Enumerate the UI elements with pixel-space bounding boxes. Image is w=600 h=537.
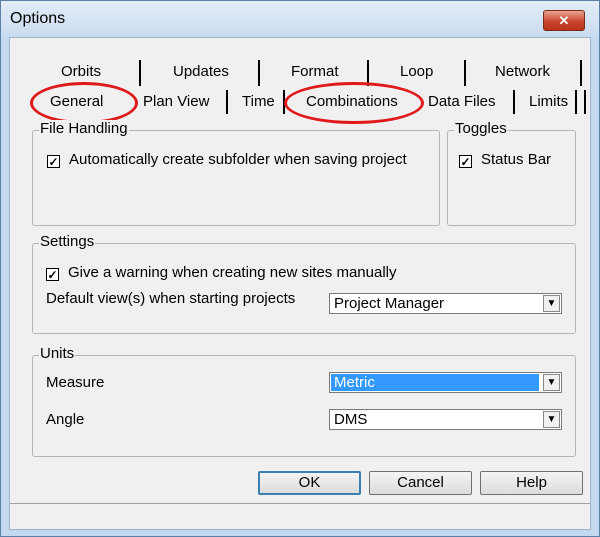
toggles-legend: Toggles xyxy=(454,120,508,137)
angle-value: DMS xyxy=(334,411,368,428)
site-warning-label: Give a warning when creating new sites m… xyxy=(68,264,397,281)
annotation-circle-combinations xyxy=(284,82,424,124)
file-handling-group: File Handling ✓ Automatically create sub… xyxy=(32,120,440,226)
chevron-down-icon[interactable]: ▼ xyxy=(543,411,560,428)
divider xyxy=(10,503,590,504)
tab-divider xyxy=(584,90,586,114)
chevron-down-icon[interactable]: ▼ xyxy=(543,295,560,312)
dialog-body: Orbits Updates Format Loop Network Gener… xyxy=(9,37,591,530)
toggles-group: Toggles ✓ Status Bar xyxy=(447,120,576,226)
units-group: Units Measure Metric ▼ Angle DMS ▼ xyxy=(32,345,576,457)
status-bar-label: Status Bar xyxy=(481,151,552,168)
tab-format[interactable]: Format xyxy=(291,63,339,80)
default-view-value: Project Manager xyxy=(334,295,445,312)
tab-updates[interactable]: Updates xyxy=(173,63,229,80)
cancel-button[interactable]: Cancel xyxy=(369,471,472,495)
measure-value: Metric xyxy=(331,374,539,391)
tab-divider xyxy=(580,60,582,86)
tab-divider xyxy=(258,60,260,86)
help-button[interactable]: Help xyxy=(480,471,583,495)
angle-label: Angle xyxy=(46,411,85,428)
tab-limits[interactable]: Limits xyxy=(529,93,568,110)
default-view-select[interactable]: Project Manager ▼ xyxy=(329,293,562,314)
settings-legend: Settings xyxy=(39,233,96,250)
tab-orbits[interactable]: Orbits xyxy=(61,63,101,80)
window-title: Options xyxy=(10,10,66,27)
tab-divider xyxy=(226,90,228,114)
auto-subfolder-label: Automatically create subfolder when savi… xyxy=(69,151,407,168)
options-dialog: Options ✕ Orbits Updates Format Loop Net… xyxy=(0,0,600,537)
file-handling-legend: File Handling xyxy=(39,120,129,137)
title-bar[interactable]: Options ✕ xyxy=(1,1,599,37)
annotation-circle-general xyxy=(30,82,138,124)
tab-plan-view[interactable]: Plan View xyxy=(143,93,209,110)
tab-loop[interactable]: Loop xyxy=(400,63,433,80)
measure-label: Measure xyxy=(46,374,105,391)
measure-select[interactable]: Metric ▼ xyxy=(329,372,562,393)
tab-network[interactable]: Network xyxy=(495,63,550,80)
chevron-down-icon[interactable]: ▼ xyxy=(543,374,560,391)
default-view-label: Default view(s) when starting projects xyxy=(46,290,296,307)
tab-divider xyxy=(575,90,577,114)
close-button[interactable]: ✕ xyxy=(543,10,585,31)
tab-data-files[interactable]: Data Files xyxy=(428,93,496,110)
tab-divider xyxy=(464,60,466,86)
settings-group: Settings ✓ Give a warning when creating … xyxy=(32,233,576,334)
angle-select[interactable]: DMS ▼ xyxy=(329,409,562,430)
auto-subfolder-checkbox[interactable]: ✓ xyxy=(47,155,60,168)
ok-button[interactable]: OK xyxy=(258,471,361,495)
status-bar-checkbox[interactable]: ✓ xyxy=(459,155,472,168)
tab-divider xyxy=(513,90,515,114)
site-warning-checkbox[interactable]: ✓ xyxy=(46,268,59,281)
close-icon: ✕ xyxy=(558,13,570,28)
tab-divider xyxy=(139,60,141,86)
units-legend: Units xyxy=(39,345,76,362)
tab-time[interactable]: Time xyxy=(242,93,275,110)
